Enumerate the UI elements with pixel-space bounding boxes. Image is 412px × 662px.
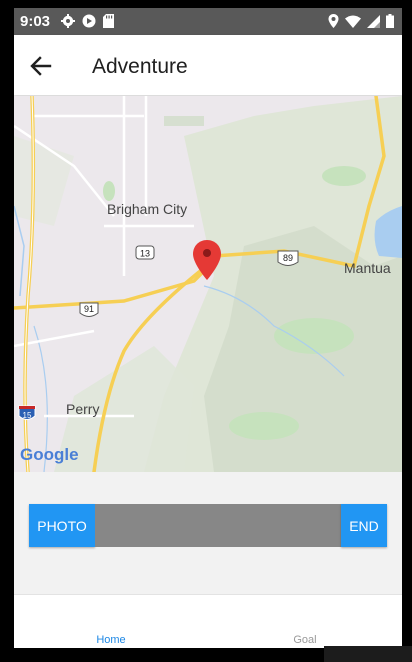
screen: 9:03 Adventure 13 89 91 15 Brigham City … [14, 8, 402, 648]
map-canvas: 13 89 91 15 Brigham City Mantua Perry Go… [14, 94, 402, 474]
status-left-icons [61, 14, 114, 28]
nav-item-goal[interactable]: Goal [208, 595, 402, 648]
google-logo: Google [20, 445, 79, 464]
nav-item-home[interactable]: Home [14, 595, 208, 648]
device-corner [324, 646, 412, 662]
svg-text:91: 91 [84, 304, 94, 314]
bottom-nav: Home Goal [14, 594, 402, 648]
status-bar: 9:03 [14, 8, 402, 35]
end-button[interactable]: END [341, 504, 387, 547]
svg-text:89: 89 [283, 253, 293, 263]
map-label-perry: Perry [66, 401, 99, 417]
play-store-icon [82, 14, 96, 28]
map-label-mantua: Mantua [344, 260, 391, 276]
sd-card-icon [103, 14, 114, 28]
back-button[interactable] [26, 51, 56, 81]
arrow-left-icon [30, 56, 52, 76]
map-view[interactable]: 13 89 91 15 Brigham City Mantua Perry Go… [14, 94, 402, 474]
photo-button[interactable]: PHOTO [29, 504, 95, 547]
map-label-brigham-city: Brigham City [107, 201, 187, 217]
progress-bar [95, 504, 341, 547]
route-91-shield: 91 [79, 302, 99, 317]
interstate-15-shield: 15 [18, 405, 36, 420]
page-title: Adventure [92, 55, 188, 78]
nav-label-goal: Goal [293, 634, 317, 646]
controls-row: PHOTO END [29, 504, 387, 547]
signal-icon [367, 14, 380, 28]
route-89-shield: 89 [277, 250, 299, 266]
nav-label-home: Home [96, 634, 126, 646]
app-bar: Adventure [14, 35, 402, 95]
gear-icon [61, 14, 75, 28]
status-right-icons [328, 14, 394, 28]
battery-icon [386, 14, 394, 28]
location-pin-icon [328, 14, 339, 28]
svg-text:13: 13 [140, 249, 150, 259]
svg-text:15: 15 [23, 411, 32, 420]
status-time: 9:03 [20, 13, 51, 30]
route-13-shield: 13 [135, 245, 155, 260]
wifi-icon [345, 15, 361, 28]
